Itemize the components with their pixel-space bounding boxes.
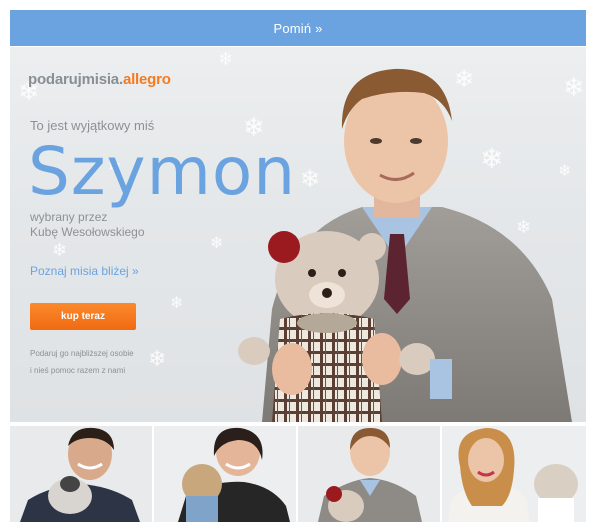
snowflake-icon: ❄ [218,49,234,70]
gift-text: Podaruj go najbliższej osobie i nieś pom… [30,345,180,379]
thumbnail-strip [10,426,586,522]
skip-link[interactable]: Pomiń » [273,21,322,36]
thumbnail-2[interactable] [154,426,296,522]
chosen-by-line1: wybrany przez [30,210,108,224]
logo-text: podarujmisia. [28,71,123,88]
thumbnail-4[interactable] [442,426,586,522]
logo-brand: allegro [122,71,171,88]
chosen-by: wybrany przez Kubę Wesołowskiego [30,210,170,240]
bear-name: Szymon [28,133,297,210]
skip-bar[interactable]: Pomiń » [10,10,586,46]
meet-bear-link[interactable]: Poznaj misia bliżej » [30,264,139,278]
hero-banner: ❄ ❄ ❄ ❄ ❄ ❄ ❄ ❄ ❄ ❄ ❄ ❄ ❄ ❄ ❄ [10,47,586,422]
snowflake-icon: ❄ [170,293,184,312]
buy-now-button[interactable]: kup teraz [30,303,136,330]
thumbnail-3[interactable] [298,426,440,522]
gift-text-line1: Podaruj go najbliższej osobie [30,349,134,358]
hero-photo [238,68,572,422]
gift-text-line2: i nieś pomoc razem z nami [30,366,126,375]
thumbnail-1[interactable] [10,426,152,522]
podarujmisia-allegro-logo[interactable]: podarujmisia.allegro [28,71,171,88]
hero-lead: To jest wyjątkowy miś [30,118,155,133]
chosen-by-line2: Kubę Wesołowskiego [30,225,145,239]
snowflake-icon: ❄ [210,233,224,252]
snowflake-icon: ❄ [52,240,68,261]
